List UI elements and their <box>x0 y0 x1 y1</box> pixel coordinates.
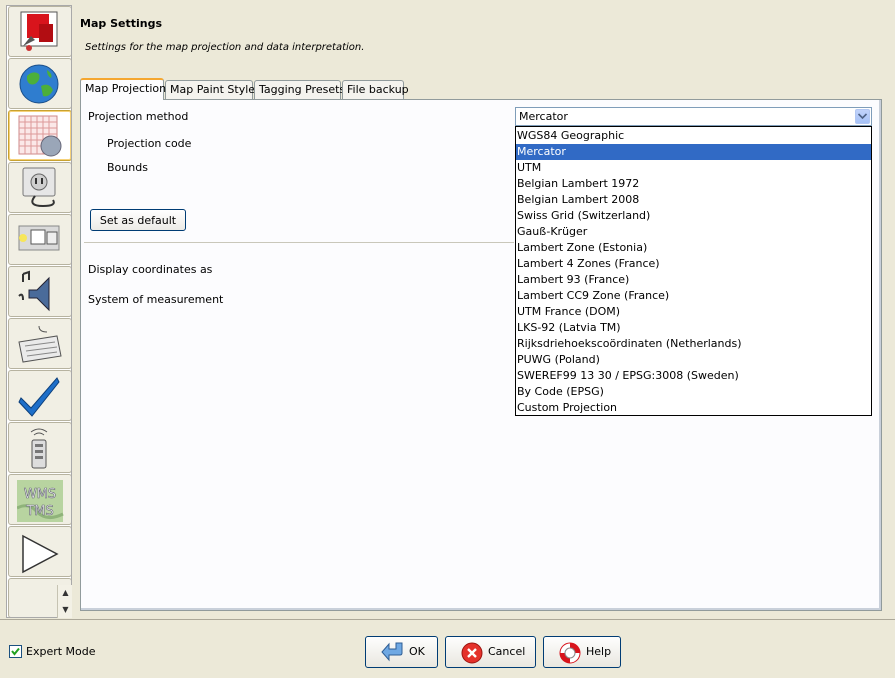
sidebar-item-toolbar[interactable] <box>8 214 71 265</box>
sidebar-item-shortcuts[interactable] <box>8 318 71 369</box>
cancel-label: Cancel <box>488 645 526 658</box>
sidebar-item-display[interactable] <box>8 6 71 57</box>
sidebar-item-plugins[interactable] <box>8 162 71 213</box>
wms-tms-icon: WMS TMS <box>17 480 64 522</box>
validator-checkmark-icon <box>18 377 60 417</box>
help-button[interactable]: Help <box>543 636 621 668</box>
expert-mode-checkbox[interactable] <box>9 645 22 658</box>
option-utm-france-dom[interactable]: UTM France (DOM) <box>516 304 871 320</box>
option-lambert-zone-estonia[interactable]: Lambert Zone (Estonia) <box>516 240 871 256</box>
ok-button[interactable]: OK <box>365 636 438 668</box>
scroll-up-icon[interactable]: ▲ <box>58 585 73 601</box>
option-utm[interactable]: UTM <box>516 160 871 176</box>
remote-control-icon <box>30 428 48 469</box>
projection-method-dropdown: WGS84 Geographic Mercator UTM Belgian La… <box>515 126 872 416</box>
tab-tagging-presets[interactable]: Tagging Presets <box>254 80 345 99</box>
section-divider <box>84 242 514 243</box>
ok-label: OK <box>409 645 425 658</box>
sidebar-item-audio[interactable] <box>8 266 71 317</box>
option-rijksdriehoek[interactable]: Rijksdriehoekscoördinaten (Netherlands) <box>516 336 871 352</box>
sidebar-item-draw[interactable] <box>8 526 71 577</box>
projection-method-value: Mercator <box>519 110 568 123</box>
chevron-down-icon[interactable] <box>855 109 870 124</box>
tab-map-paint-styles[interactable]: Map Paint Styles <box>165 80 261 99</box>
option-by-code[interactable]: By Code (EPSG) <box>516 384 871 400</box>
help-lifebuoy-icon <box>559 642 581 664</box>
option-swiss-grid[interactable]: Swiss Grid (Switzerland) <box>516 208 871 224</box>
option-puwg[interactable]: PUWG (Poland) <box>516 352 871 368</box>
option-lambert-93[interactable]: Lambert 93 (France) <box>516 272 871 288</box>
tab-file-backup[interactable]: File backup <box>342 80 409 99</box>
option-sweref99[interactable]: SWEREF99 13 30 / EPSG:3008 (Sweden) <box>516 368 871 384</box>
ok-arrow-icon <box>381 642 403 662</box>
sidebar-item-connection[interactable] <box>8 58 71 109</box>
scroll-down-icon[interactable]: ▼ <box>58 602 73 618</box>
option-lambert-cc9[interactable]: Lambert CC9 Zone (France) <box>516 288 871 304</box>
projection-method-label: Projection method <box>88 110 189 123</box>
page-title: Map Settings <box>80 17 162 30</box>
sidebar-item-imagery[interactable]: WMS TMS <box>8 474 71 525</box>
option-wgs84-geographic[interactable]: WGS84 Geographic <box>516 128 871 144</box>
cancel-button[interactable]: Cancel <box>445 636 536 668</box>
preferences-sidebar: WMS TMS <box>6 5 72 618</box>
option-lks-92[interactable]: LKS-92 (Latvia TM) <box>516 320 871 336</box>
option-belgian-lambert-1972[interactable]: Belgian Lambert 1972 <box>516 176 871 192</box>
option-lambert-4-zones[interactable]: Lambert 4 Zones (France) <box>516 256 871 272</box>
bounds-label: Bounds <box>107 161 148 174</box>
audio-speaker-icon <box>18 270 50 312</box>
plugin-plug-icon <box>22 167 56 208</box>
projection-code-label: Projection code <box>107 137 192 150</box>
tms-label: TMS <box>25 504 53 519</box>
footer-separator <box>0 619 895 620</box>
page-subtitle: Settings for the map projection and data… <box>85 42 365 53</box>
option-mercator[interactable]: Mercator <box>516 144 871 160</box>
wms-label: WMS <box>24 487 56 502</box>
set-as-default-button[interactable]: Set as default <box>90 209 186 231</box>
sidebar-item-map-settings[interactable] <box>8 110 71 161</box>
keyboard-icon <box>18 325 62 363</box>
map-projection-grid-icon <box>18 115 62 157</box>
help-label: Help <box>586 645 612 658</box>
tab-map-projection[interactable]: Map Projection <box>80 78 166 100</box>
cancel-icon <box>461 642 483 664</box>
display-coordinates-label: Display coordinates as <box>88 263 213 276</box>
option-gauss-krueger[interactable]: Gauß-Krüger <box>516 224 871 240</box>
triangle-icon <box>22 534 59 574</box>
option-belgian-lambert-2008[interactable]: Belgian Lambert 2008 <box>516 192 871 208</box>
checkmark-icon <box>11 647 20 656</box>
paintbrush-icon <box>20 11 58 51</box>
globe-icon <box>19 64 59 104</box>
sidebar-scrollbar[interactable]: ▲ ▼ <box>57 585 72 618</box>
sidebar-item-validator[interactable] <box>8 370 71 421</box>
system-of-measurement-label: System of measurement <box>88 293 224 306</box>
sidebar-item-remote-control[interactable] <box>8 422 71 473</box>
option-custom-projection[interactable]: Custom Projection <box>516 400 871 416</box>
projection-method-select[interactable]: Mercator <box>515 107 872 126</box>
toolbar-icon <box>18 225 60 251</box>
expert-mode-label: Expert Mode <box>26 645 96 658</box>
